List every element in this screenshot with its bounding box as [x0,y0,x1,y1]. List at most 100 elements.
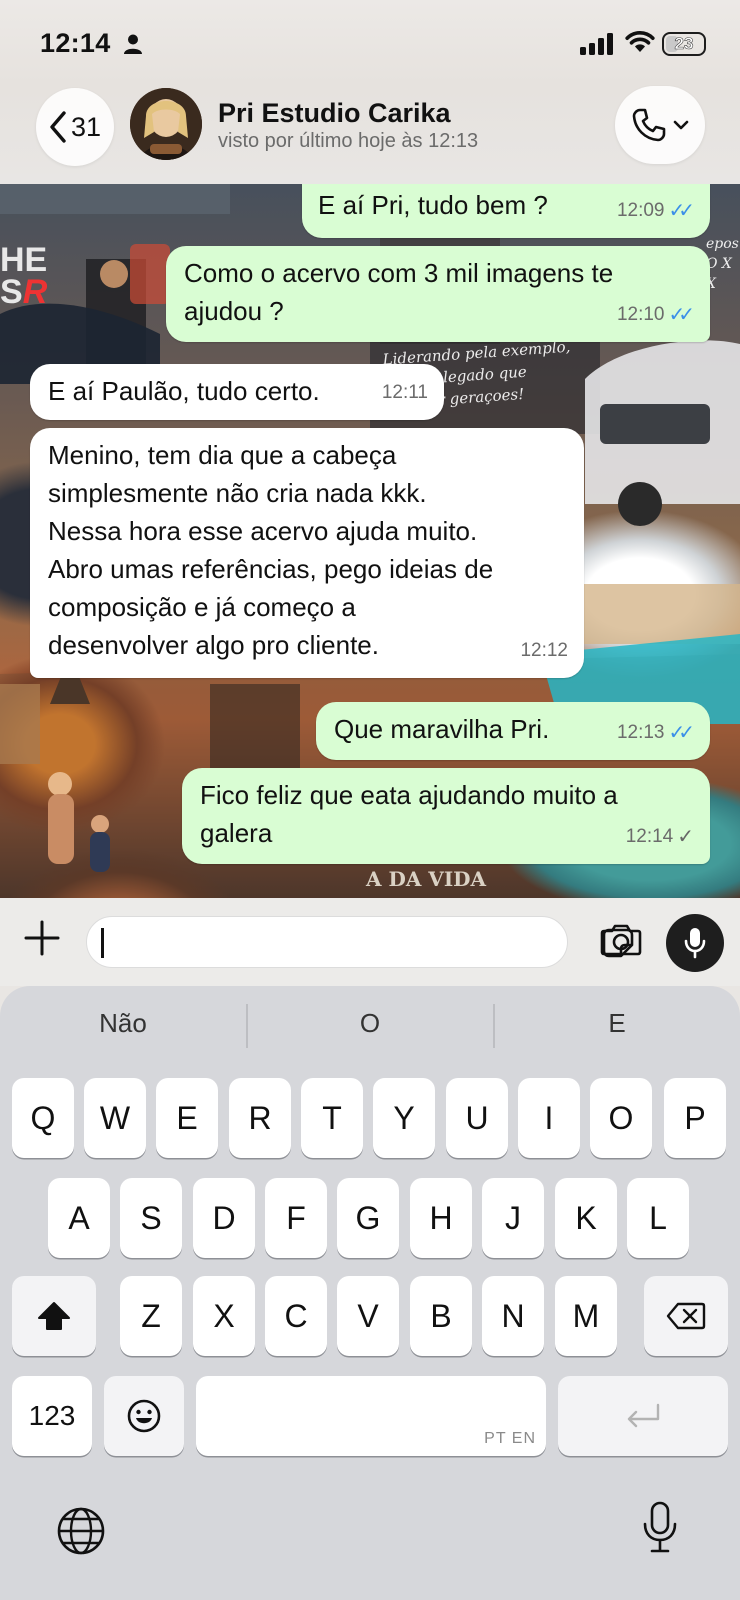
battery-indicator: 23 [662,32,706,56]
message-bubble-outgoing[interactable]: Fico feliz que eata ajudando muito a gal… [182,768,710,864]
message-bubble-outgoing[interactable]: Como o acervo com 3 mil imagens te ajudo… [166,246,710,342]
message-time: 12:13 [616,722,665,743]
message-text-line: Abro umas referências, pego ideias de [48,554,494,584]
backspace-icon [666,1302,706,1330]
globe-icon[interactable] [56,1506,106,1556]
text-caret [101,928,104,958]
key-p[interactable]: P [664,1078,726,1158]
space-key[interactable]: PT EN [196,1376,546,1456]
suggestion-item[interactable]: Não [0,1008,246,1039]
key-z[interactable]: Z [120,1276,182,1356]
key-w[interactable]: W [84,1078,146,1158]
read-ticks-icon: ✓✓ [668,304,694,326]
key-r[interactable]: R [229,1078,291,1158]
message-meta: 12:14 ✓ [626,818,694,856]
key-m[interactable]: M [555,1276,617,1356]
key-j[interactable]: J [482,1178,544,1258]
back-button[interactable]: 31 [36,88,114,166]
key-y[interactable]: Y [373,1078,435,1158]
numbers-key[interactable]: 123 [12,1376,92,1456]
message-text-line: simplesmente não cria nada kkk. [48,478,427,508]
unread-count: 31 [70,111,102,142]
voice-message-button[interactable] [666,914,724,972]
message-text-line: composição e já começo a [48,592,356,622]
message-time: 12:14 [625,826,674,847]
shift-key[interactable] [12,1276,96,1356]
key-q[interactable]: Q [12,1078,74,1158]
key-c[interactable]: C [265,1276,327,1356]
suggestion-item[interactable]: E [494,1008,740,1039]
message-meta: 12:09 ✓✓ [617,192,695,230]
message-time: 12:10 [616,304,665,325]
message-text: E aí Paulão, tudo certo. [48,376,320,406]
message-bubble-incoming[interactable]: Menino, tem dia que a cabeça simplesment… [30,428,584,678]
return-icon [627,1403,660,1428]
key-s[interactable]: S [120,1178,182,1258]
message-time: 12:11 [381,382,428,403]
contact-avatar[interactable] [130,88,202,160]
key-f[interactable]: F [265,1178,327,1258]
sent-tick-icon: ✓ [677,826,694,848]
key-k[interactable]: K [555,1178,617,1258]
message-bubble-outgoing[interactable]: Que maravilha Pri. 12:13 ✓✓ [316,702,710,760]
key-l[interactable]: L [627,1178,689,1258]
wallpaper-text-bottom: A DA VIDA [366,867,487,891]
key-v[interactable]: V [337,1276,399,1356]
message-text-line: Menino, tem dia que a cabeça [48,440,397,470]
key-o[interactable]: O [590,1078,652,1158]
chat-header: 31 Pri Estudio Carika visto por último h… [0,86,740,184]
person-icon [124,34,142,54]
key-i[interactable]: I [518,1078,580,1158]
message-bubble-outgoing[interactable]: E aí Pri, tudo bem ? 12:09 ✓✓ [302,184,710,238]
status-time: 12:14 [40,28,111,58]
message-text-line: Como o acervo com 3 mil imagens te [184,258,614,288]
read-ticks-icon: ✓✓ [668,722,694,744]
backspace-key[interactable] [644,1276,728,1356]
key-e[interactable]: E [156,1078,218,1158]
phone-icon [632,108,666,142]
keyboard: Não O E Q W E R T Y U I O P A S D F G H … [0,986,740,1600]
message-text-line: ajudou ? [184,296,284,326]
camera-icon[interactable] [600,922,642,956]
shift-arrow-icon [38,1302,70,1330]
message-input-bar [0,898,740,986]
key-a[interactable]: A [48,1178,110,1258]
last-seen-status: visto por último hoje às 12:13 [218,130,479,152]
message-text-line: Nessa hora esse acervo ajuda muito. [48,516,478,546]
dictation-microphone-icon[interactable] [640,1500,680,1556]
status-bar: 12:14 23 [0,0,740,86]
chat-area[interactable]: HE SR Liderando pela exemplo, una legado… [0,184,740,898]
message-text: Que maravilha Pri. [334,714,550,744]
signal-icon [580,33,613,55]
message-bubble-incoming[interactable]: E aí Paulão, tudo certo. 12:11 [30,364,444,420]
plus-icon[interactable] [22,918,62,958]
wallpaper-text-left: HE SR [0,241,48,311]
key-b[interactable]: B [410,1276,472,1356]
key-d[interactable]: D [193,1178,255,1258]
message-meta: 12:10 ✓✓ [616,296,695,334]
return-key[interactable] [558,1376,728,1456]
chevron-down-icon [673,120,689,130]
key-h[interactable]: H [410,1178,472,1258]
wallpaper-text-right: epos O X X [706,236,739,292]
key-n[interactable]: N [482,1276,544,1356]
key-u[interactable]: U [446,1078,508,1158]
call-button[interactable] [615,86,705,164]
key-x[interactable]: X [193,1276,255,1356]
suggestion-item[interactable]: O [247,1008,493,1039]
message-meta: 12:13 ✓✓ [616,714,695,752]
message-time: 12:12 [520,640,568,661]
message-meta: 12:11 [382,374,428,412]
key-g[interactable]: G [337,1178,399,1258]
contact-name[interactable]: Pri Estudio Carika [218,98,451,129]
message-input[interactable] [86,916,634,968]
chevron-left-icon [50,111,66,143]
message-text-line: galera [200,818,273,848]
suggestion-bar: Não O E [0,986,740,1048]
message-text-line: Fico feliz que eata ajudando muito a [200,780,618,810]
emoji-key[interactable] [104,1376,184,1456]
key-t[interactable]: T [301,1078,363,1158]
emoji-icon [127,1399,161,1433]
message-meta: 12:12 [520,632,568,670]
avatar-image [130,88,202,160]
